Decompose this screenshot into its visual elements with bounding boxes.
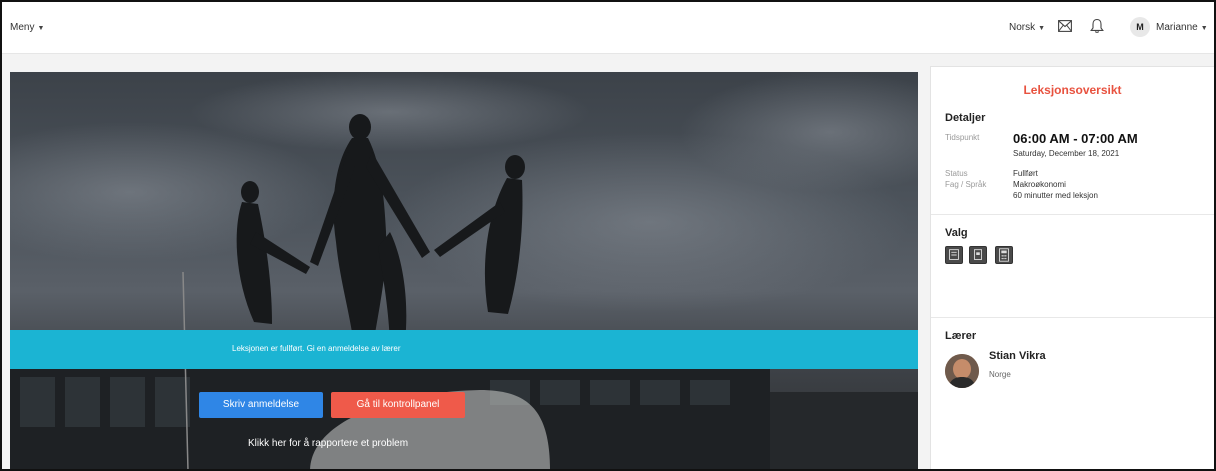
teacher-heading: Lærer: [945, 330, 977, 342]
user-name: Marianne: [1156, 22, 1198, 33]
chevron-down-icon: ▼: [37, 25, 45, 32]
write-review-button[interactable]: Skriv anmeldelse: [199, 392, 323, 418]
menu-label: Meny: [10, 22, 35, 33]
language-label: Norsk: [1009, 22, 1036, 33]
menu-dropdown[interactable]: Meny ▼: [10, 22, 44, 33]
bell-icon[interactable]: [1090, 18, 1104, 34]
hero-section: Leksjonen er fullført. Gi en anmeldelse …: [10, 72, 918, 469]
chevron-down-icon: ▼: [1038, 25, 1046, 32]
board-icon[interactable]: [945, 246, 963, 264]
status-value: Fullført: [1013, 169, 1038, 178]
app-window: Meny ▼ Norsk ▼ M Marianne ▼ Leksjonen er…: [0, 0, 1216, 471]
user-menu[interactable]: Marianne ▼: [1156, 22, 1208, 33]
time-value: 06:00 AM - 07:00 AM: [1013, 131, 1138, 146]
top-bar: Meny ▼ Norsk ▼ M Marianne ▼: [2, 2, 1214, 54]
date-value: Saturday, December 18, 2021: [1013, 149, 1120, 158]
section-divider: [931, 214, 1214, 215]
lesson-overview-panel: Leksjonsoversikt Detaljer Tidspunkt 06:0…: [930, 66, 1214, 469]
mail-icon[interactable]: [1058, 20, 1072, 32]
document-icon[interactable]: [969, 246, 987, 264]
duration-value: 60 minutter med leksjon: [1013, 191, 1098, 200]
go-to-dashboard-button[interactable]: Gå til kontrollpanel: [331, 392, 465, 418]
banner-text: Leksjonen er fullført. Gi en anmeldelse …: [232, 344, 401, 353]
calculator-icon[interactable]: [995, 246, 1013, 264]
status-label: Status: [945, 169, 968, 178]
teacher-name[interactable]: Stian Vikra: [989, 350, 1046, 362]
section-divider: [931, 317, 1214, 318]
details-heading: Detaljer: [945, 112, 986, 124]
time-label: Tidspunkt: [945, 133, 980, 142]
teacher-avatar[interactable]: [945, 354, 979, 388]
avatar[interactable]: M: [1130, 17, 1150, 37]
language-dropdown[interactable]: Norsk ▼: [1009, 22, 1045, 33]
panel-title: Leksjonsoversikt: [1023, 83, 1122, 97]
teacher-country: Norge: [989, 370, 1011, 379]
options-heading: Valg: [945, 227, 968, 239]
subject-label: Fag / Språk: [945, 180, 987, 189]
chevron-down-icon: ▼: [1200, 25, 1208, 32]
completion-banner: Leksjonen er fullført. Gi en anmeldelse …: [10, 330, 918, 369]
report-problem-link[interactable]: Klikk her for å rapportere et problem: [248, 438, 408, 449]
subject-value: Makroøkonomi: [1013, 180, 1066, 189]
